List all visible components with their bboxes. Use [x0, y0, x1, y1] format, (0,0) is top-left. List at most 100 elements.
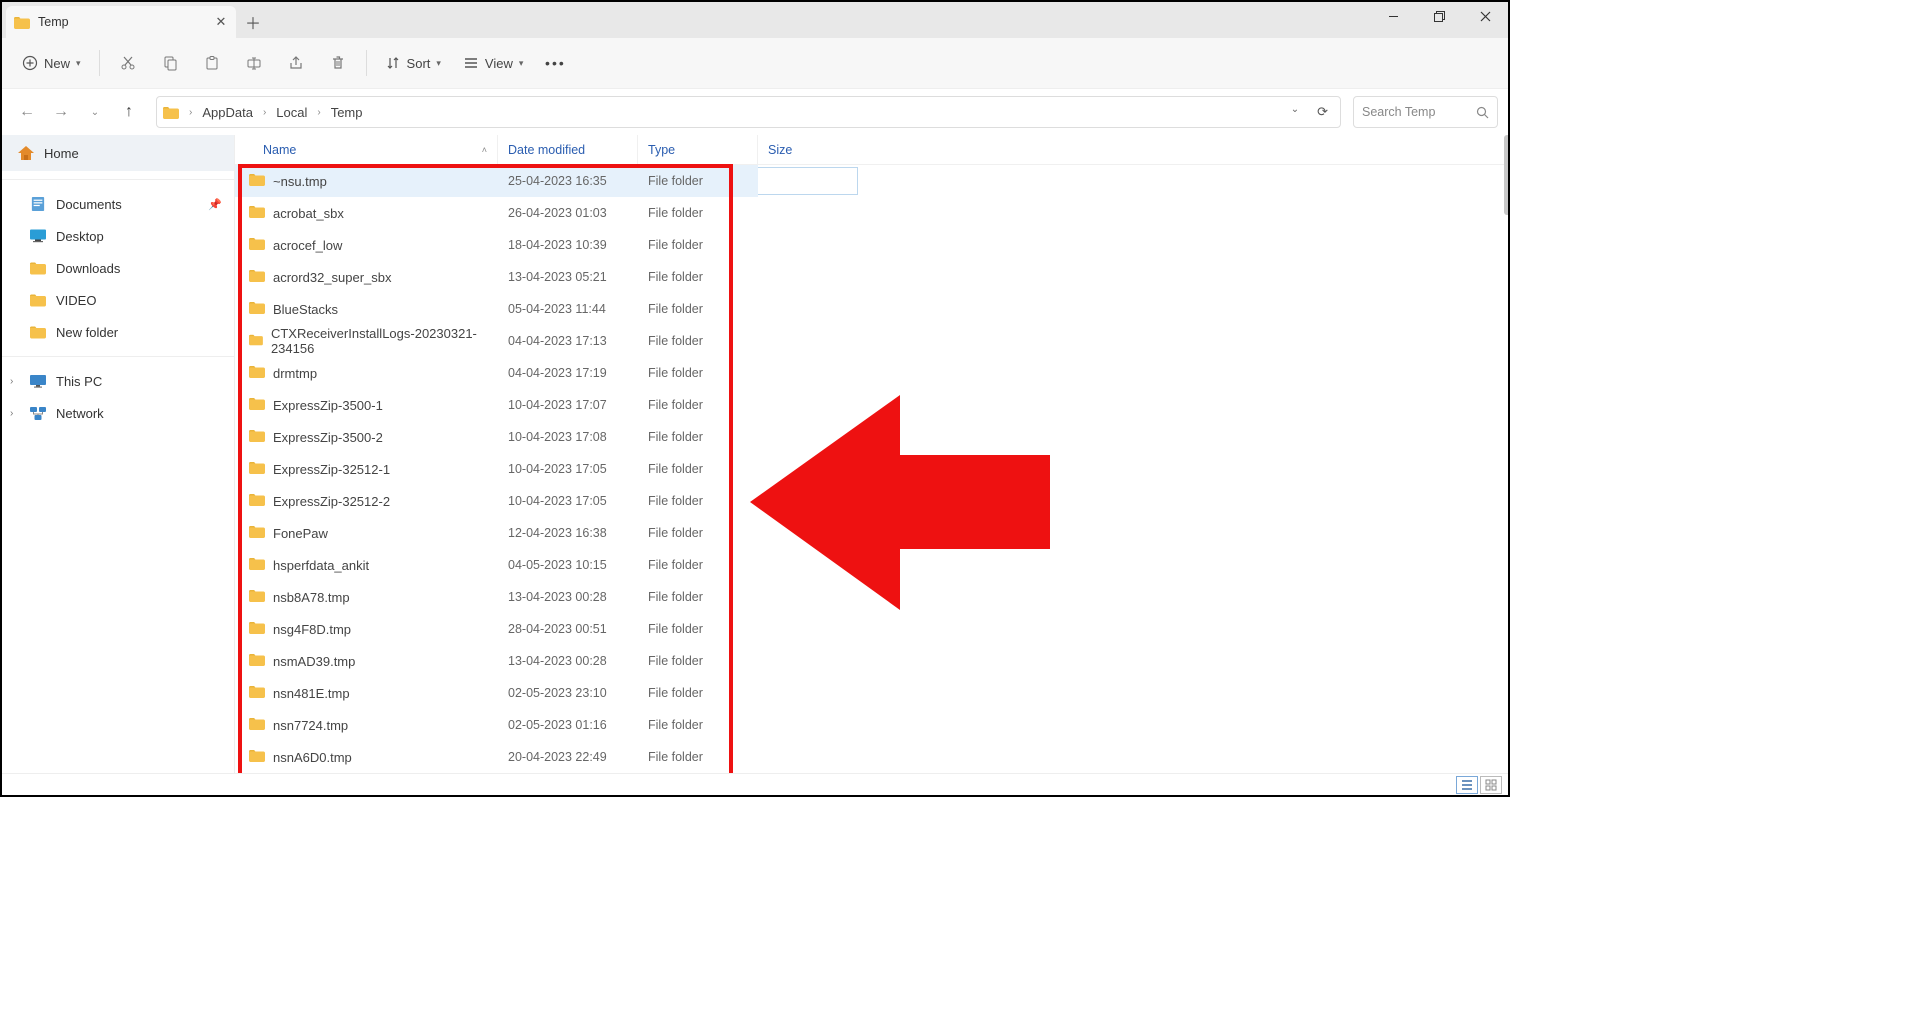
scrollbar[interactable]	[1504, 135, 1508, 215]
more-button[interactable]: •••	[535, 46, 575, 80]
cut-button[interactable]	[108, 46, 148, 80]
close-button[interactable]	[1462, 2, 1508, 30]
tab-close-icon[interactable]: ✕	[214, 15, 228, 29]
column-date[interactable]: Date modified	[498, 135, 638, 164]
file-date: 04-04-2023 17:13	[508, 334, 607, 348]
refresh-button[interactable]: ⟳	[1311, 104, 1334, 120]
maximize-button[interactable]	[1416, 2, 1462, 30]
folder-icon	[30, 325, 46, 339]
table-row[interactable]: hsperfdata_ankit04-05-2023 10:15File fol…	[235, 549, 1508, 581]
table-row[interactable]: BlueStacks05-04-2023 11:44File folder	[235, 293, 1508, 325]
table-row[interactable]: ExpressZip-3500-210-04-2023 17:08File fo…	[235, 421, 1508, 453]
sort-button[interactable]: Sort ▾	[375, 46, 451, 80]
column-name[interactable]: Name˄	[235, 135, 498, 164]
expander-icon[interactable]: ›	[10, 408, 13, 419]
view-button[interactable]: View ▾	[453, 46, 533, 80]
table-row[interactable]: CTXReceiverInstallLogs-20230321-234156 04…	[235, 325, 1508, 357]
file-type: File folder	[648, 238, 703, 252]
table-row[interactable]: ExpressZip-32512-110-04-2023 17:05File f…	[235, 453, 1508, 485]
forward-button[interactable]: →	[46, 97, 76, 127]
folder-icon	[249, 557, 265, 573]
table-row[interactable]: nsn481E.tmp 02-05-2023 23:10 File folder	[235, 677, 1508, 709]
folder-icon	[30, 293, 46, 307]
table-row[interactable]: drmtmp04-04-2023 17:19File folder	[235, 357, 1508, 389]
paste-button[interactable]	[192, 46, 232, 80]
up-button[interactable]: ↑	[114, 97, 144, 127]
folder-icon	[249, 589, 265, 605]
copy-button[interactable]	[150, 46, 190, 80]
toolbar: New ▾ Sort ▾ View ▾ •••	[2, 38, 1508, 89]
folder-icon	[249, 717, 265, 733]
table-row[interactable]: acrocef_low18-04-2023 10:39File folder	[235, 229, 1508, 261]
sort-icon	[385, 55, 401, 71]
rename-button[interactable]	[234, 46, 274, 80]
file-date: 02-05-2023 01:16	[508, 718, 607, 732]
minimize-button[interactable]	[1370, 2, 1416, 30]
table-row[interactable]: FonePaw12-04-2023 16:38File folder	[235, 517, 1508, 549]
recent-button[interactable]: ⌄	[80, 97, 110, 127]
table-row[interactable]: nsg4F8D.tmp28-04-2023 00:51File folder	[235, 613, 1508, 645]
separator	[2, 356, 234, 357]
table-row[interactable]: acrord32_super_sbx13-04-2023 05:21File f…	[235, 261, 1508, 293]
sidebar-item[interactable]: Documents📌	[2, 188, 234, 220]
view-label: View	[485, 56, 513, 71]
sidebar-label: This PC	[56, 374, 102, 389]
table-row[interactable]: nsnA6D0.tmp20-04-2023 22:49File folder	[235, 741, 1508, 773]
documents-icon	[30, 197, 46, 211]
view-icon	[463, 55, 479, 71]
file-name: nsn481E.tmp	[273, 686, 350, 701]
file-name: CTXReceiverInstallLogs-20230321-234156	[271, 326, 488, 356]
file-name: ExpressZip-32512-2	[273, 494, 390, 509]
back-button[interactable]: ←	[12, 97, 42, 127]
sidebar-network[interactable]: › Network	[2, 397, 234, 429]
window-tab[interactable]: Temp ✕	[6, 6, 236, 38]
table-row[interactable]: ~nsu.tmp25-04-2023 16:35File folder	[235, 165, 1508, 197]
sidebar-item[interactable]: Downloads	[2, 252, 234, 284]
search-placeholder: Search Temp	[1362, 105, 1435, 119]
table-row[interactable]: nsmAD39.tmp13-04-2023 00:28File folder	[235, 645, 1508, 677]
sidebar-label: VIDEO	[56, 293, 96, 308]
column-size[interactable]: Size	[758, 135, 858, 164]
file-name: hsperfdata_ankit	[273, 558, 369, 573]
file-type: File folder	[648, 654, 703, 668]
expander-icon[interactable]: ›	[10, 376, 13, 387]
sidebar-item[interactable]: VIDEO	[2, 284, 234, 316]
chevron-down-icon: ▾	[76, 58, 81, 69]
delete-button[interactable]	[318, 46, 358, 80]
statusbar	[2, 773, 1508, 795]
sidebar-this-pc[interactable]: › This PC	[2, 365, 234, 397]
column-type[interactable]: Type	[638, 135, 758, 164]
details-view-button[interactable]	[1456, 776, 1478, 794]
folder-icon	[249, 653, 265, 669]
table-row[interactable]: nsn7724.tmp02-05-2023 01:16File folder	[235, 709, 1508, 741]
column-label: Type	[648, 143, 675, 157]
address-dropdown[interactable]: ⌄	[1285, 104, 1305, 120]
search-input[interactable]: Search Temp	[1353, 96, 1498, 128]
pc-icon	[30, 375, 46, 388]
address-bar[interactable]: › AppData › Local › Temp ⌄ ⟳	[156, 96, 1341, 128]
folder-icon	[163, 106, 179, 119]
table-row[interactable]: ExpressZip-3500-110-04-2023 17:07File fo…	[235, 389, 1508, 421]
new-button[interactable]: New ▾	[12, 46, 91, 80]
folder-icon	[249, 685, 265, 701]
breadcrumb[interactable]: Local	[274, 105, 309, 120]
sidebar-home[interactable]: Home	[2, 135, 234, 171]
rename-icon	[246, 55, 262, 71]
thumbnails-view-button[interactable]	[1480, 776, 1502, 794]
sidebar-item[interactable]: New folder	[2, 316, 234, 348]
breadcrumb[interactable]: AppData	[200, 105, 255, 120]
share-button[interactable]	[276, 46, 316, 80]
file-date: 02-05-2023 23:10	[508, 686, 607, 700]
file-type: File folder	[648, 462, 703, 476]
breadcrumb[interactable]: Temp	[329, 105, 365, 120]
file-name: nsnA6D0.tmp	[273, 750, 352, 765]
file-date: 10-04-2023 17:05	[508, 462, 607, 476]
chevron-right-icon: ›	[185, 107, 196, 118]
table-row[interactable]: acrobat_sbx26-04-2023 01:03File folder	[235, 197, 1508, 229]
file-type: File folder	[648, 686, 703, 700]
file-type: File folder	[648, 750, 703, 764]
sidebar-item[interactable]: Desktop	[2, 220, 234, 252]
table-row[interactable]: ExpressZip-32512-210-04-2023 17:05File f…	[235, 485, 1508, 517]
new-tab-button[interactable]: ＋	[236, 6, 270, 38]
table-row[interactable]: nsb8A78.tmp13-04-2023 00:28File folder	[235, 581, 1508, 613]
